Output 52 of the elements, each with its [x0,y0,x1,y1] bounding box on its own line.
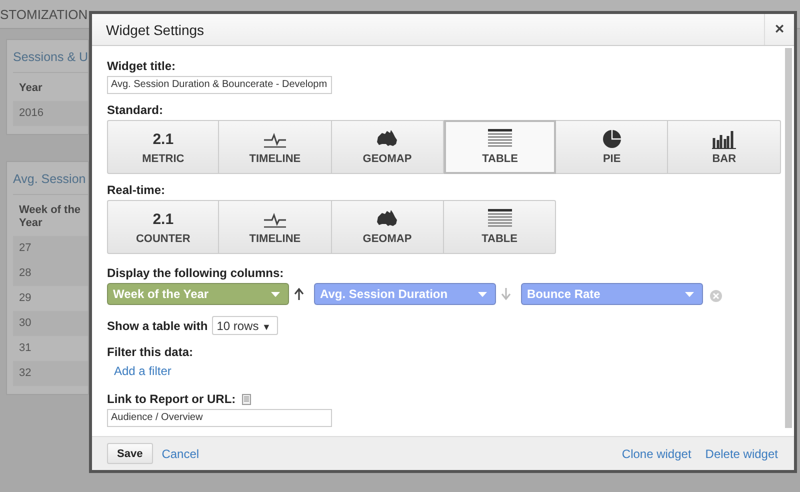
input-field[interactable]: Audience / Overview [107,409,332,427]
nav-tab[interactable]: STOMIZATION [0,6,88,22]
card-title: Sessions & U [13,46,88,73]
widget-type-button[interactable]: TIMELINE [219,120,332,174]
map-icon [376,129,398,149]
table-icon [488,209,512,229]
add-filter-link[interactable]: Add a filter [114,364,172,378]
widget-action-link[interactable]: Delete widget [705,446,778,460]
section-label: Standard: [107,103,164,117]
field-label: Link to Report or URL: [107,392,236,406]
section-label: Real-time: [107,183,166,197]
widget-type-button[interactable]: TABLE [444,120,556,174]
table-icon [488,129,512,149]
map-icon [376,209,398,229]
pie-chart-icon [602,129,622,149]
table-cell: 27 [13,236,88,261]
widget-type-button[interactable]: 2.1 METRIC [107,120,220,174]
up-arrow-icon[interactable] [294,288,304,300]
table-cell: 28 [13,261,88,286]
widget-type-button[interactable]: BAR [668,120,781,174]
widget-type-button[interactable]: 2.1 COUNTER [107,200,220,254]
caret-icon [685,292,694,296]
cancel-link[interactable]: Cancel [162,446,200,460]
widget-type-button[interactable]: PIE [556,120,668,174]
bar-chart-icon [712,129,736,149]
input-field[interactable]: Avg. Session Duration & Bouncerate - Developm [107,76,332,94]
table-cell: 30 [13,311,88,336]
widget-type-button[interactable]: TIMELINE [219,200,332,254]
widget-type-button[interactable]: GEOMAP [332,120,444,174]
column-header: Week of the Year [18,203,82,231]
field-label: Show a table with [107,318,208,332]
dialog-title: Widget Settings [105,22,206,38]
card-title: Avg. Session [13,168,88,195]
caret-icon [271,292,280,296]
document-icon [242,394,251,404]
field-label: Widget title: [107,59,177,73]
table-cell-text: 29 [18,291,32,306]
widget-action-link[interactable]: Clone widget [622,446,692,460]
column-header: Year [18,81,44,96]
rows-dropdown[interactable]: 10 rows ▼ [212,316,278,335]
close-button[interactable]: × [764,14,794,45]
table-cell: 32 [13,361,88,386]
remove-icon[interactable] [710,290,722,302]
table-cell: 2016 [13,101,88,126]
scrollbar[interactable] [785,48,792,428]
table-cell-text: 31 [18,341,32,356]
save-button[interactable]: Save [107,443,153,464]
widget-type-button[interactable]: GEOMAP [332,200,444,254]
section-label: Display the following columns: [107,266,285,280]
widget-type-button[interactable]: TABLE [444,200,556,254]
caret-icon [478,292,487,296]
section-label: Filter this data: [107,345,194,359]
